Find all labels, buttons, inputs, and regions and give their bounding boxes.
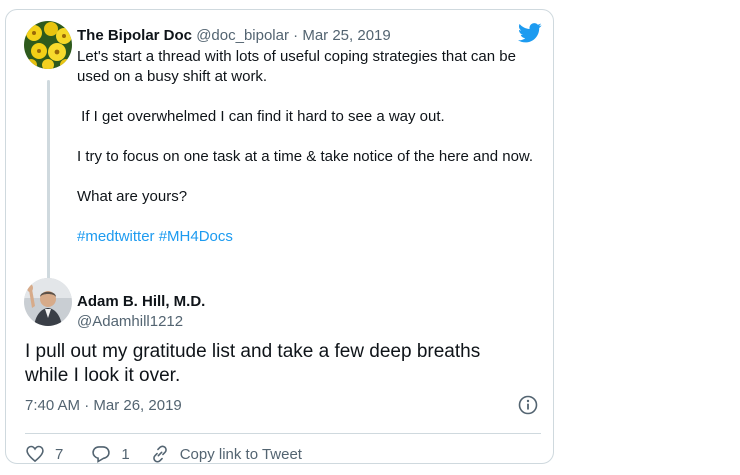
reply-timestamp[interactable]: 7:40 AM · Mar 26, 2019 bbox=[25, 397, 182, 414]
hashtag-link[interactable]: #medtwitter bbox=[77, 228, 155, 245]
parent-hashtags: #medtwitter #MH4Docs bbox=[77, 227, 547, 247]
parent-paragraph: Let's start a thread with lots of useful… bbox=[77, 48, 516, 85]
like-button[interactable]: 7 bbox=[25, 444, 63, 464]
parent-author-name[interactable]: The Bipolar Doc bbox=[77, 27, 192, 44]
thread-connector-line bbox=[47, 80, 50, 287]
parent-avatar[interactable] bbox=[24, 21, 72, 69]
parent-paragraph: I try to focus on one task at a time & t… bbox=[77, 148, 534, 165]
reply-button[interactable]: 1 bbox=[91, 444, 130, 464]
reply-avatar[interactable] bbox=[24, 278, 72, 326]
divider bbox=[25, 433, 541, 434]
copy-link-button[interactable]: Copy link to Tweet bbox=[150, 444, 302, 464]
parent-tweet-date[interactable]: Mar 25, 2019 bbox=[302, 27, 390, 44]
parent-tweet-text: Let's start a thread with lots of useful… bbox=[77, 47, 547, 247]
like-count: 7 bbox=[55, 445, 64, 463]
reply-tweet-text: I pull out my gratitude list and take a … bbox=[25, 341, 481, 386]
reply-author-name[interactable]: Adam B. Hill, M.D. bbox=[77, 293, 205, 310]
link-icon bbox=[152, 445, 167, 463]
tweet-actions-bar: 7 1 Copy link to Tweet bbox=[25, 444, 302, 464]
heart-icon bbox=[26, 445, 44, 463]
hashtag-link[interactable]: #MH4Docs bbox=[159, 228, 233, 245]
copy-link-label: Copy link to Tweet bbox=[179, 445, 302, 463]
twitter-logo-icon[interactable] bbox=[518, 23, 542, 48]
parent-tweet-header: The Bipolar Doc @doc_bipolar · Mar 25, 2… bbox=[77, 27, 391, 44]
parent-author-handle[interactable]: @doc_bipolar bbox=[196, 27, 289, 44]
reply-icon bbox=[92, 446, 111, 463]
info-icon[interactable] bbox=[518, 395, 538, 420]
reply-count: 1 bbox=[121, 445, 130, 463]
meta-separator: · bbox=[293, 27, 299, 44]
parent-paragraph: If I get overwhelmed I can find it hard … bbox=[77, 108, 445, 125]
parent-paragraph: What are yours? bbox=[77, 188, 188, 205]
reply-author-handle[interactable]: @Adamhill1212 bbox=[77, 313, 183, 330]
embedded-tweet-card: The Bipolar Doc @doc_bipolar · Mar 25, 2… bbox=[5, 9, 554, 464]
